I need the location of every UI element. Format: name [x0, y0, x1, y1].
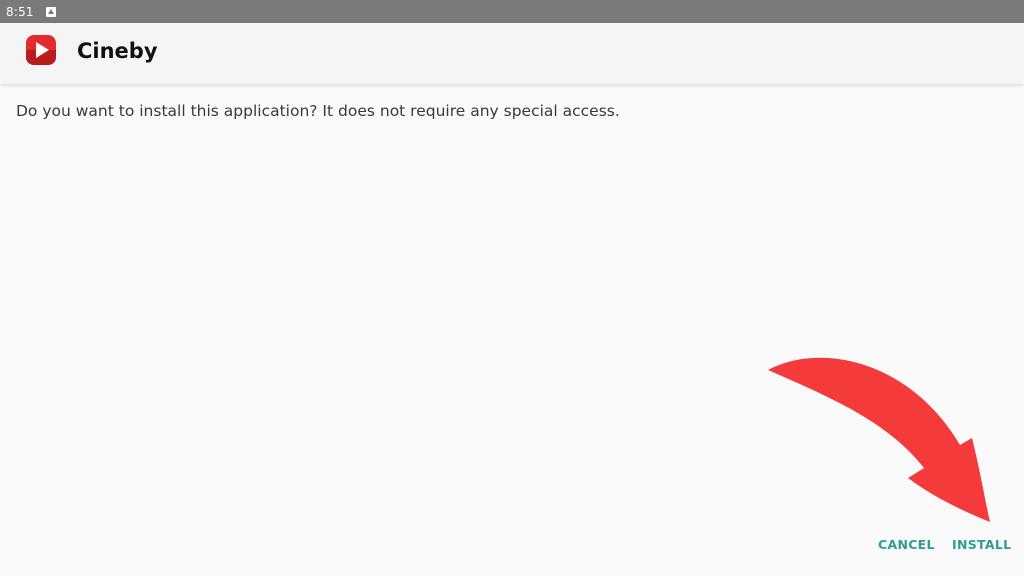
curved-arrow-icon	[768, 357, 990, 522]
install-message: Do you want to install this application?…	[16, 102, 620, 120]
status-bar: 8:51	[0, 0, 1024, 23]
cancel-button[interactable]: CANCEL	[878, 537, 935, 552]
app-header: Cineby	[0, 23, 1024, 85]
play-app-icon	[26, 35, 56, 65]
install-button[interactable]: INSTALL	[952, 537, 1011, 552]
app-title: Cineby	[77, 39, 158, 63]
download-notification-icon	[45, 6, 56, 17]
status-time: 8:51	[6, 4, 34, 19]
